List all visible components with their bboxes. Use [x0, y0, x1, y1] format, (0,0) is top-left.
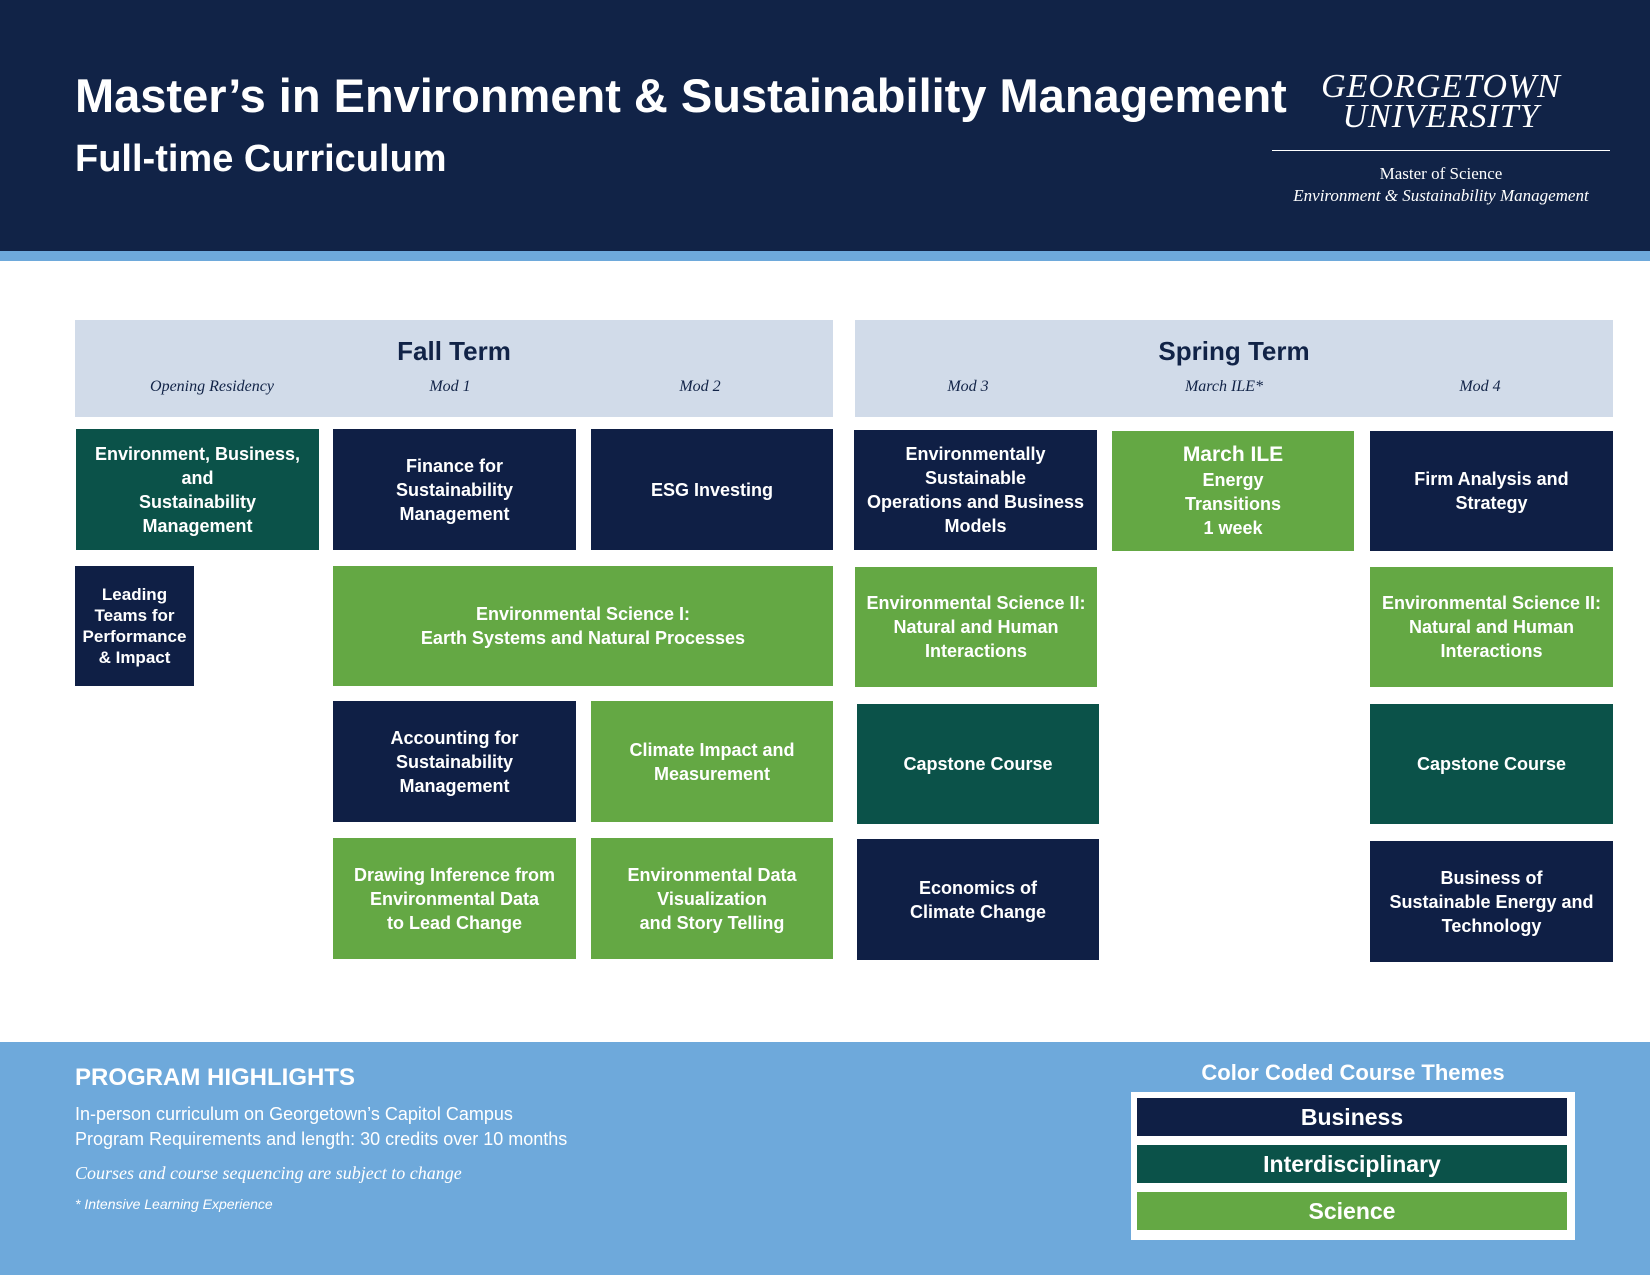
course-drawing-inference: Drawing Inference from Environmental Dat… — [333, 838, 576, 959]
march-ile-description: Energy Transitions 1 week — [1184, 470, 1282, 538]
highlight-requirements: Program Requirements and length: 30 cred… — [75, 1129, 568, 1149]
course-economics-climate-change: Economics of Climate Change — [857, 839, 1099, 960]
course-capstone-mod4: Capstone Course — [1370, 704, 1613, 824]
course-env-science-2-mod3: Environmental Science II: Natural and Hu… — [855, 567, 1097, 687]
course-env-business-sustainability: Environment, Business, and Sustainabilit… — [76, 429, 319, 550]
march-ile-title: March ILE — [1182, 443, 1284, 466]
mod-label-mod-4: Mod 4 — [1459, 378, 1501, 395]
page-title: Master’s in Environment & Sustainability… — [75, 69, 1287, 122]
course-business-sustainable-energy: Business of Sustainable Energy and Techn… — [1370, 841, 1613, 962]
legend-item-interdisciplinary: Interdisciplinary — [1137, 1145, 1567, 1183]
page-subtitle: Full-time Curriculum — [75, 138, 447, 180]
highlight-change-note: Courses and course sequencing are subjec… — [75, 1163, 462, 1183]
legend-item-business: Business — [1137, 1098, 1567, 1136]
legend-item-science: Science — [1137, 1192, 1567, 1230]
course-climate-impact: Climate Impact and Measurement — [591, 701, 833, 822]
fall-term-band — [75, 320, 833, 417]
spring-term-title: Spring Term — [1158, 336, 1310, 366]
course-march-ile: March ILE Energy Transitions 1 week — [1112, 431, 1354, 551]
georgetown-logo: GEORGETOWN UNIVERSITY Master of Science … — [1272, 70, 1610, 207]
course-finance-sustainability: Finance for Sustainability Management — [333, 429, 576, 550]
legend-title: Color Coded Course Themes — [1201, 1060, 1505, 1085]
header-divider-stripe — [0, 251, 1650, 261]
ile-footnote: * Intensive Learning Experience — [75, 1196, 273, 1212]
highlights-title: PROGRAM HIGHLIGHTS — [75, 1064, 355, 1091]
course-env-science-2-mod4: Environmental Science II: Natural and Hu… — [1370, 567, 1613, 687]
logo-divider — [1272, 150, 1610, 151]
fall-term-title: Fall Term — [397, 336, 511, 366]
course-env-sustainable-operations: Environmentally Sustainable Operations a… — [854, 430, 1097, 550]
course-env-science-1: Environmental Science I: Earth Systems a… — [333, 566, 833, 686]
mod-label-mod-1: Mod 1 — [429, 378, 471, 395]
logo-program: Environment & Sustainability Management — [1293, 186, 1589, 205]
spring-term-band — [855, 320, 1613, 417]
highlight-campus: In-person curriculum on Georgetown’s Cap… — [75, 1104, 513, 1124]
course-firm-analysis-strategy: Firm Analysis and Strategy — [1370, 431, 1613, 551]
course-leading-teams: Leading Teams for Performance & Impact — [75, 566, 194, 686]
course-env-data-visualization: Environmental Data Visualization and Sto… — [591, 838, 833, 959]
mod-label-mod-2: Mod 2 — [679, 378, 721, 395]
logo-line-2: UNIVERSITY — [1342, 98, 1540, 135]
course-accounting-sustainability: Accounting for Sustainability Management — [333, 701, 576, 822]
logo-degree: Master of Science — [1379, 164, 1503, 183]
mod-label-mod-3: Mod 3 — [947, 378, 989, 395]
mod-label-march-ile: March ILE* — [1184, 378, 1264, 395]
course-capstone-mod3: Capstone Course — [857, 704, 1099, 824]
course-esg-investing: ESG Investing — [591, 429, 833, 550]
color-legend: Business Interdisciplinary Science — [1131, 1092, 1575, 1240]
mod-label-opening-residency: Opening Residency — [150, 378, 274, 395]
